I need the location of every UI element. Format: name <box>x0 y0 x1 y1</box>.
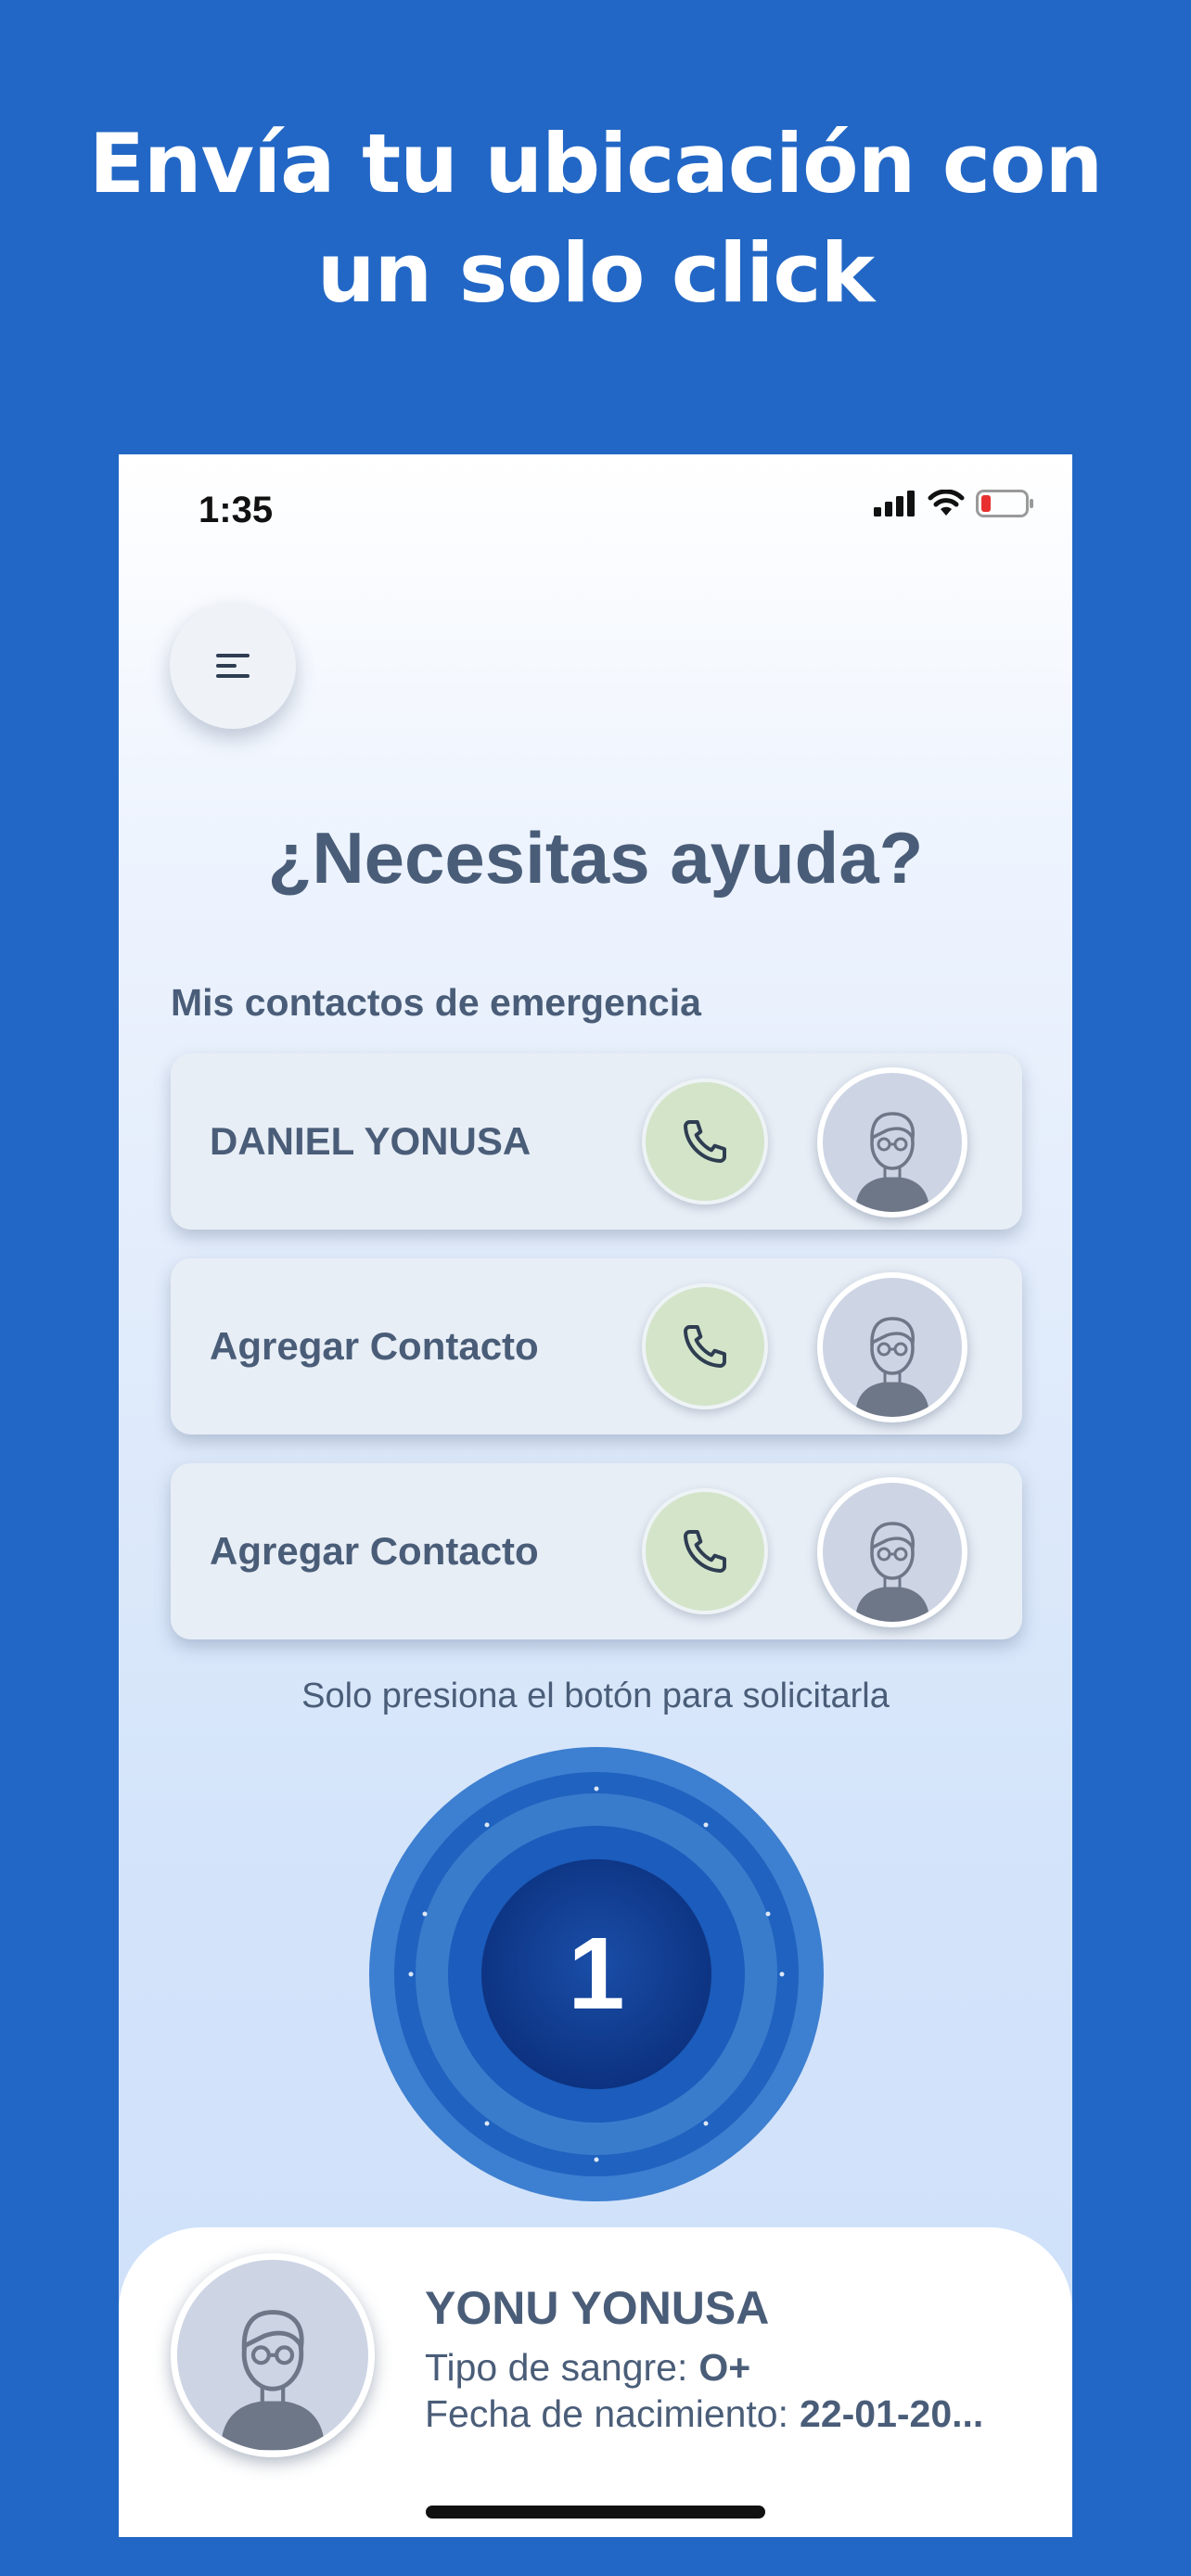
birth-date-label: Fecha de nacimiento: <box>425 2392 789 2435</box>
contact-card[interactable]: Agregar Contacto <box>171 1463 1022 1639</box>
blood-type-label: Tipo de sangre: <box>425 2346 688 2389</box>
blood-type-value: O+ <box>698 2346 751 2389</box>
contact-avatar[interactable] <box>817 1272 967 1422</box>
contact-name: Agregar Contacto <box>210 1324 539 1368</box>
birth-date-row: Fecha de nacimiento: 22-01-20... <box>425 2392 983 2436</box>
contact-card[interactable]: Agregar Contacto <box>171 1258 1022 1435</box>
signal-icon <box>874 491 915 516</box>
sos-button[interactable]: 1 <box>369 1747 824 2201</box>
contact-name: DANIEL YONUSA <box>210 1119 531 1163</box>
sos-countdown: 1 <box>568 1917 625 2031</box>
contact-avatar[interactable] <box>817 1067 967 1218</box>
battery-low-icon <box>976 490 1033 517</box>
headline-line-2: un solo click <box>316 225 875 321</box>
call-button[interactable] <box>642 1488 768 1614</box>
birth-date-value: 22-01-20... <box>800 2392 984 2435</box>
person-avatar-icon <box>855 1112 929 1212</box>
status-icons <box>874 490 1035 517</box>
page-title: ¿Necesitas ayuda? <box>267 817 924 899</box>
menu-button[interactable] <box>170 603 296 729</box>
profile-avatar[interactable] <box>171 2253 375 2457</box>
call-button[interactable] <box>642 1283 768 1409</box>
profile-panel: YONU YONUSA Tipo de sangre: O+ Fecha de n… <box>119 2227 1072 2537</box>
person-avatar-icon <box>855 1317 929 1417</box>
contact-avatar[interactable] <box>817 1477 967 1627</box>
status-bar: 1:35 <box>119 454 1072 566</box>
blood-type-row: Tipo de sangre: O+ <box>425 2346 750 2390</box>
phone-icon <box>684 1325 726 1368</box>
phone-icon <box>684 1530 726 1573</box>
status-time: 1:35 <box>198 490 274 530</box>
contact-card[interactable]: DANIEL YONUSA <box>171 1053 1022 1230</box>
phone-icon <box>684 1120 726 1163</box>
profile-name: YONU YONUSA <box>425 2282 770 2334</box>
person-avatar-icon <box>855 1522 929 1622</box>
person-avatar-icon <box>221 2310 325 2450</box>
wifi-icon <box>928 490 965 516</box>
phone-screen: 1:35 ¿Necesitas ayuda? Mis contactos de … <box>119 454 1072 2537</box>
sos-hint-text: Solo presiona el botón para solicitarla <box>301 1677 890 1715</box>
contacts-section-label: Mis contactos de emergencia <box>171 981 701 1024</box>
contact-name: Agregar Contacto <box>210 1529 539 1573</box>
promo-headline: Envía tu ubicación con un solo click <box>0 109 1191 328</box>
home-indicator[interactable] <box>426 2506 765 2519</box>
call-button[interactable] <box>642 1078 768 1205</box>
headline-line-1: Envía tu ubicación con <box>88 116 1103 211</box>
menu-icon <box>216 654 250 678</box>
